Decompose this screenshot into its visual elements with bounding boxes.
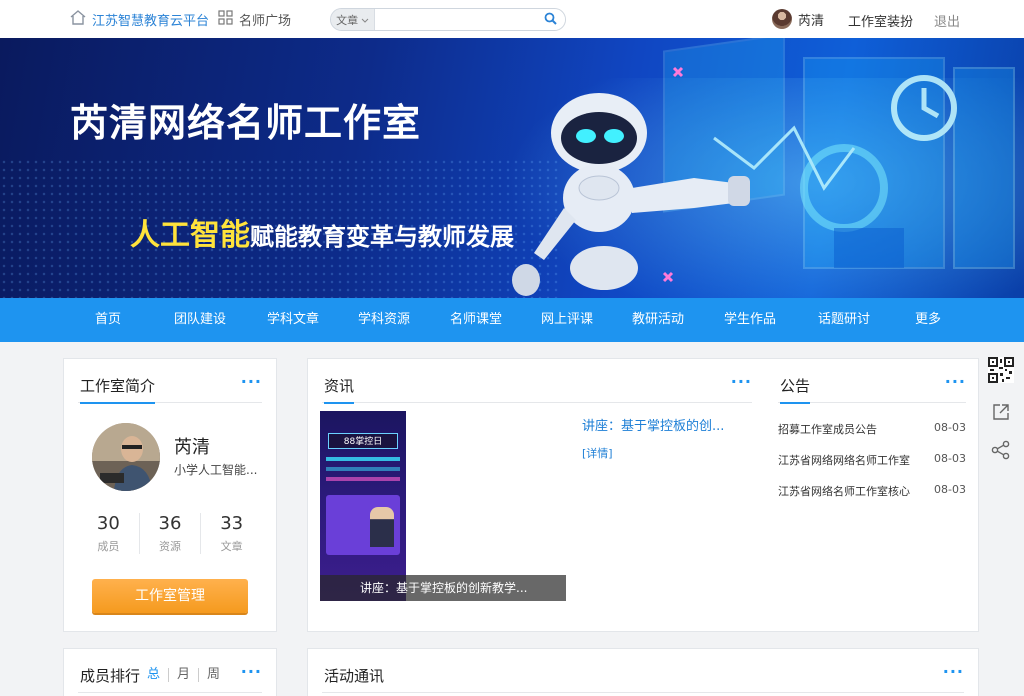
news-card-title: 资讯 — [324, 375, 355, 404]
banner-subtitle: 人工智能赋能教育变革与教师发展 — [130, 210, 514, 254]
poster-decor-line — [326, 477, 400, 481]
notice-item-date: 08-03 — [934, 421, 966, 434]
news-image-caption[interactable]: 讲座：基于掌控板的创新教学... — [320, 575, 566, 601]
studio-decorate-link[interactable]: 工作室装扮 — [848, 11, 913, 30]
studio-stats: 30 成员 36 资源 33 文章 — [78, 513, 262, 554]
stat-members-count: 30 — [96, 513, 120, 534]
poster-person — [370, 507, 394, 547]
search-icon — [544, 12, 557, 28]
intro-card-header: 工作室简介 ··· — [78, 373, 262, 404]
news-notice-card: 资讯 ··· 88掌控日 讲座：基于掌控板的创新教学... 讲座：基于掌控板的创… — [307, 358, 979, 632]
nav-articles[interactable]: 学科文章 — [248, 298, 338, 342]
stat-resources[interactable]: 36 资源 — [140, 513, 202, 554]
plaza-label: 名师广场 — [239, 14, 292, 29]
news-poster-image[interactable]: 88掌控日 — [320, 411, 406, 601]
member-rank-card: 成员排行 总 月 周 ··· — [63, 648, 277, 696]
user-menu[interactable]: 芮清 — [772, 9, 824, 29]
rank-more-button[interactable]: ··· — [241, 664, 262, 680]
notice-list: 招募工作室成员公告 08-03 江苏省网络网络名师工作室 08-03 江苏省网络… — [778, 421, 966, 514]
rank-period-tabs: 总 月 周 — [139, 668, 228, 682]
banner-title: 芮清网络名师工作室 — [70, 101, 422, 145]
banner-subtitle-highlight: 人工智能 — [130, 218, 250, 253]
qr-code-icon — [988, 356, 1014, 386]
stat-articles-label: 文章 — [220, 540, 243, 553]
stat-members-label: 成员 — [97, 540, 120, 553]
notice-card-title: 公告 — [780, 375, 811, 404]
home-icon — [70, 10, 86, 29]
side-toolbar — [982, 354, 1020, 468]
banner-subtitle-rest: 赋能教育变革与教师发展 — [250, 223, 514, 251]
nav-student-works[interactable]: 学生作品 — [704, 298, 796, 342]
grid-icon — [218, 10, 233, 29]
notice-card-header: 公告 ··· — [778, 373, 966, 404]
external-link-icon — [992, 403, 1010, 424]
teacher-avatar — [92, 423, 160, 491]
nav-research[interactable]: 教研活动 — [612, 298, 704, 342]
nav-topics[interactable]: 话题研讨 — [796, 298, 892, 342]
stat-members[interactable]: 30 成员 — [78, 513, 140, 554]
search-button[interactable] — [536, 9, 565, 30]
rank-card-title: 成员排行 — [80, 667, 141, 685]
rank-tab-month[interactable]: 月 — [169, 668, 199, 682]
open-external-button[interactable] — [982, 396, 1020, 430]
activity-more-button[interactable]: ··· — [943, 664, 964, 680]
qr-code-button[interactable] — [982, 354, 1020, 388]
poster-title: 88掌控日 — [328, 433, 398, 449]
notice-item[interactable]: 江苏省网络名师工作室核心 08-03 — [778, 483, 966, 514]
intro-more-button[interactable]: ··· — [241, 374, 262, 390]
main-nav: 首页 团队建设 学科文章 学科资源 名师课堂 网上评课 教研活动 学生作品 话题… — [0, 298, 1024, 342]
news-item-title[interactable]: 讲座：基于掌控板的创... — [582, 415, 742, 434]
nav-team[interactable]: 团队建设 — [152, 298, 248, 342]
avatar — [772, 9, 792, 29]
news-detail-link[interactable]: [详情] — [582, 445, 613, 461]
news-more-button[interactable]: ··· — [731, 374, 752, 390]
studio-intro-card: 工作室简介 ··· 芮清 小学人工智能... 30 成员 36 资源 33 文章… — [63, 358, 277, 632]
stat-articles[interactable]: 33 文章 — [201, 513, 262, 554]
nav-more[interactable]: 更多 — [892, 298, 964, 342]
share-icon — [991, 440, 1011, 463]
stat-resources-label: 资源 — [159, 540, 181, 553]
notice-item-text: 江苏省网络名师工作室核心 — [778, 485, 910, 498]
user-name: 芮清 — [798, 13, 825, 29]
nav-resources[interactable]: 学科资源 — [338, 298, 430, 342]
top-bar: 江苏智慧教育云平台 名师广场 文章 芮清 工作室装扮 退出 — [0, 0, 1024, 38]
poster-decor-line — [326, 457, 400, 461]
studio-manage-button[interactable]: 工作室管理 — [92, 579, 248, 613]
studio-banner: 芮清网络名师工作室 人工智能赋能教育变革与教师发展 — [0, 38, 1024, 298]
search-type-select[interactable]: 文章 — [331, 9, 376, 30]
teacher-name: 芮清 — [174, 437, 210, 458]
logout-link[interactable]: 退出 — [934, 11, 960, 30]
activity-card-header: 活动通讯 ··· — [322, 663, 964, 693]
platform-name: 江苏智慧教育云平台 — [92, 14, 210, 29]
rank-card-header: 成员排行 总 月 周 ··· — [78, 663, 262, 693]
share-button[interactable] — [982, 434, 1020, 468]
stat-articles-count: 33 — [220, 513, 244, 534]
notice-more-button[interactable]: ··· — [945, 374, 966, 390]
chevron-down-icon — [361, 13, 369, 26]
news-card-header: 资讯 ··· — [322, 373, 752, 404]
notice-item-date: 08-03 — [934, 452, 966, 465]
rank-tab-week[interactable]: 周 — [199, 668, 228, 682]
teacher-plaza-link[interactable]: 名师广场 — [218, 10, 291, 29]
search-input[interactable] — [375, 9, 537, 30]
nav-home[interactable]: 首页 — [64, 298, 152, 342]
notice-item-text: 招募工作室成员公告 — [778, 423, 877, 436]
nav-review[interactable]: 网上评课 — [522, 298, 612, 342]
notice-item-text: 江苏省网络网络名师工作室 — [778, 454, 910, 467]
notice-item[interactable]: 江苏省网络网络名师工作室 08-03 — [778, 452, 966, 483]
platform-home-link[interactable]: 江苏智慧教育云平台 — [70, 10, 209, 29]
notice-item[interactable]: 招募工作室成员公告 08-03 — [778, 421, 966, 452]
intro-card-title: 工作室简介 — [80, 375, 156, 404]
robot-illustration — [512, 38, 1015, 296]
stat-resources-count: 36 — [158, 513, 182, 534]
poster-decor-line — [326, 467, 400, 471]
search-type-label: 文章 — [336, 13, 359, 27]
activity-news-card: 活动通讯 ··· — [307, 648, 979, 696]
nav-classroom[interactable]: 名师课堂 — [430, 298, 522, 342]
search-bar: 文章 — [330, 8, 566, 31]
notice-item-date: 08-03 — [934, 483, 966, 496]
activity-card-title: 活动通讯 — [324, 667, 385, 685]
teacher-description: 小学人工智能... — [174, 463, 258, 477]
rank-tab-total[interactable]: 总 — [139, 668, 169, 682]
